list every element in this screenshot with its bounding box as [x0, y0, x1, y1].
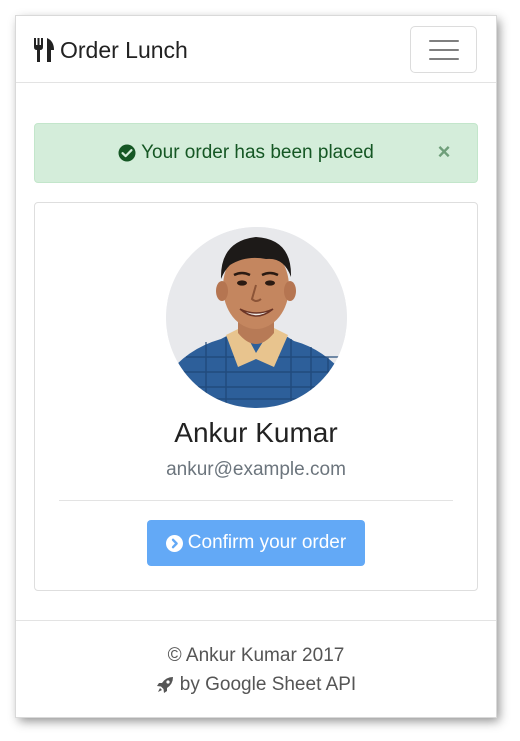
- footer: © Ankur Kumar 2017 by Google Sheet API: [16, 620, 496, 717]
- avatar: [166, 227, 347, 408]
- hamburger-menu-icon-bar: [428, 57, 459, 60]
- check-circle-icon: [118, 144, 136, 162]
- profile-card: Ankur Kumar ankur@example.com Confirm yo…: [34, 202, 478, 591]
- confirm-order-button[interactable]: Confirm your order: [147, 520, 365, 566]
- close-icon[interactable]: ×: [436, 141, 452, 163]
- navbar-toggle-button[interactable]: [410, 26, 477, 73]
- chevron-circle-right-icon: [165, 534, 183, 552]
- brand-label: Order Lunch: [60, 37, 188, 63]
- rocket-icon: [156, 677, 173, 693]
- success-alert: Your order has been placed ×: [34, 123, 478, 183]
- profile-email: ankur@example.com: [166, 459, 346, 480]
- brand-link[interactable]: Order Lunch: [33, 36, 188, 64]
- hamburger-menu-icon-bar: [428, 48, 459, 51]
- utensils-icon: [34, 38, 54, 62]
- app-window: Order Lunch Your order has been placed ×: [16, 16, 496, 717]
- powered-by-label: by Google Sheet API: [179, 674, 357, 695]
- confirm-order-label: Confirm your order: [187, 532, 347, 553]
- hamburger-menu-icon: [428, 39, 459, 42]
- alert-message: Your order has been placed: [118, 142, 374, 164]
- profile-name: Ankur Kumar: [174, 417, 338, 448]
- navbar: Order Lunch: [16, 16, 496, 83]
- profile-photo: [166, 227, 347, 408]
- divider: [59, 500, 453, 501]
- powered-by: by Google Sheet API: [16, 674, 496, 696]
- alert-text: Your order has been placed: [141, 142, 374, 163]
- copyright-text: © Ankur Kumar 2017: [167, 645, 345, 666]
